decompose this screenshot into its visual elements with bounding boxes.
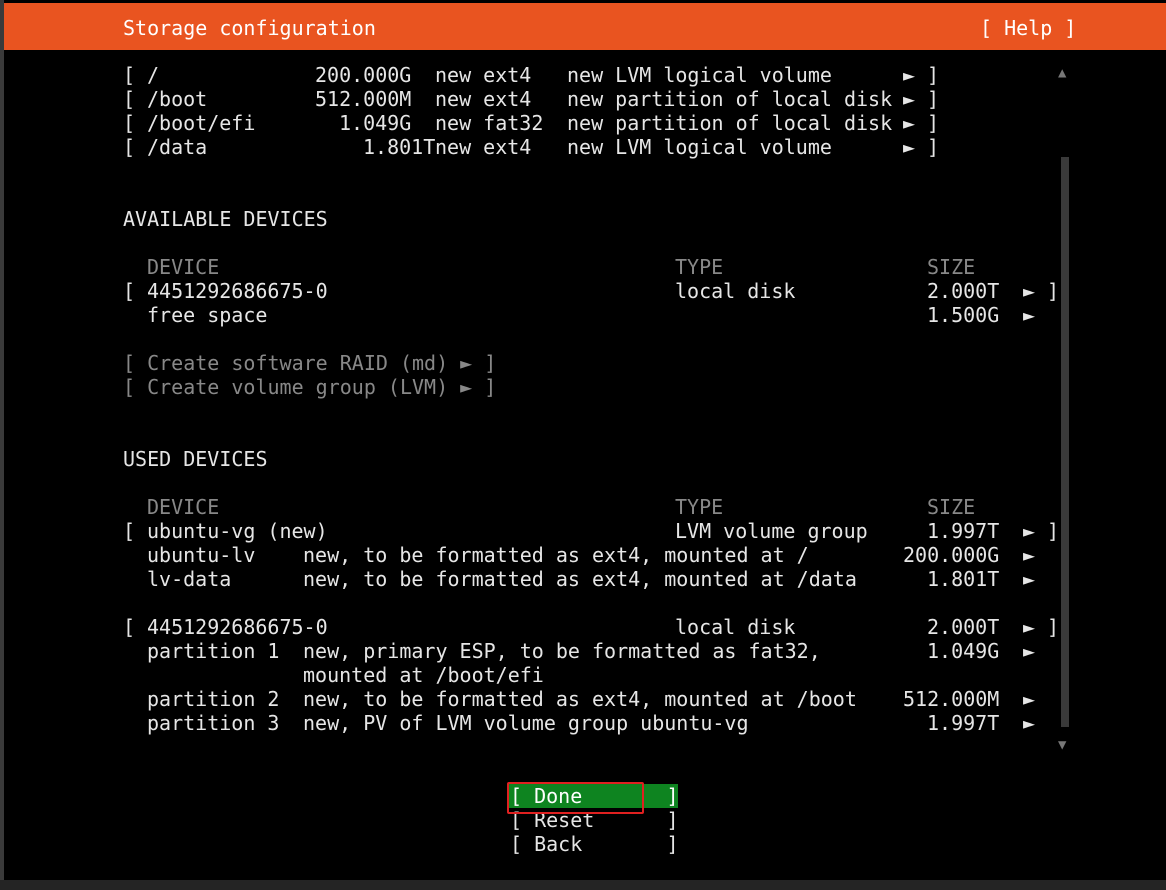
open-bracket: [ <box>123 111 136 135</box>
lv-desc: new, to be formatted as ext4, mounted at… <box>303 567 857 591</box>
partition-name: partition 1 <box>147 639 280 663</box>
arrow-icon: ► <box>1023 567 1036 591</box>
partition-desc: new, PV of LVM volume group ubuntu-vg <box>303 711 749 735</box>
close-bracket: ] <box>927 87 940 111</box>
device-desc: new LVM logical volume <box>567 63 832 87</box>
size: 512.000M <box>315 87 412 111</box>
scroll-down-icon[interactable]: ▼ <box>1058 737 1066 753</box>
mount-point: /data <box>147 135 208 159</box>
size: 1.049G <box>339 111 412 135</box>
mount-point: /boot/efi <box>147 111 256 135</box>
device-size: 1.997T <box>927 519 1000 543</box>
open-bracket: [ <box>123 519 136 543</box>
lv-name: lv-data <box>147 567 232 591</box>
free-space-label: free space <box>147 303 268 327</box>
device-desc: new partition of local disk <box>567 111 893 135</box>
scrollbar[interactable]: ▲ ▼ <box>1057 65 1073 755</box>
device-size: 2.000T <box>927 615 1000 639</box>
page-title: Storage configuration <box>123 16 376 40</box>
help-button[interactable]: [ Help ] <box>980 16 1076 40</box>
lv-size: 200.000G <box>903 543 1000 567</box>
arrow-icon: ► <box>903 111 916 135</box>
arrow-icon: ► <box>903 87 916 111</box>
column-device: DEVICE <box>147 255 220 279</box>
arrow-icon: ► <box>1023 303 1036 327</box>
open-bracket: [ <box>123 135 136 159</box>
device-desc: new partition of local disk <box>567 87 893 111</box>
create-vg-button[interactable]: [ Create volume group (LVM) ► ] <box>123 375 496 399</box>
fs-action: new fat32 <box>435 111 544 135</box>
back-button[interactable]: [ Back ] <box>507 832 679 856</box>
reset-button[interactable]: [ Reset ] <box>507 808 679 832</box>
arrow-icon: ► <box>1023 519 1036 543</box>
installer-screen: Storage configuration [ Help ] [ / 200.0… <box>0 0 1166 890</box>
device-size: 2.000T <box>927 279 1000 303</box>
column-type: TYPE <box>675 255 724 279</box>
device-desc: new LVM logical volume <box>567 135 832 159</box>
device-id: 4451292686675-0 <box>147 279 328 303</box>
arrow-icon: ► <box>1023 279 1036 303</box>
partition-desc: new, primary ESP, to be formatted as fat… <box>303 639 821 663</box>
arrow-icon: ► <box>1023 711 1036 735</box>
device-type: local disk <box>675 615 796 639</box>
done-button[interactable]: [ Done ] <box>507 784 679 808</box>
frame-bottom <box>0 880 1166 890</box>
partition-desc: new, to be formatted as ext4, mounted at… <box>303 687 857 711</box>
lv-size: 1.801T <box>927 567 1000 591</box>
open-bracket: [ <box>123 63 136 87</box>
partition-name: partition 2 <box>147 687 280 711</box>
close-bracket: ] <box>927 63 940 87</box>
create-raid-button[interactable]: [ Create software RAID (md) ► ] <box>123 351 496 375</box>
arrow-icon: ► <box>903 63 916 87</box>
arrow-icon: ► <box>1023 615 1036 639</box>
scroll-up-icon[interactable]: ▲ <box>1058 65 1066 81</box>
scroll-thumb[interactable] <box>1061 157 1069 727</box>
close-bracket: ] <box>927 135 940 159</box>
free-space-size: 1.500G <box>927 303 1000 327</box>
size: 1.801T <box>363 135 436 159</box>
column-device: DEVICE <box>147 495 220 519</box>
fs-action: new ext4 <box>435 135 532 159</box>
partition-name: partition 3 <box>147 711 280 735</box>
close-bracket: ] <box>927 111 940 135</box>
column-type: TYPE <box>675 495 724 519</box>
device-type: local disk <box>675 279 796 303</box>
open-bracket: [ <box>123 279 136 303</box>
fs-action: new ext4 <box>435 63 532 87</box>
header-bar: Storage configuration [ Help ] <box>4 3 1166 50</box>
open-bracket: [ <box>123 87 136 111</box>
partition-size: 1.997T <box>927 711 1000 735</box>
partition-size: 1.049G <box>927 639 1000 663</box>
device-id: ubuntu-vg (new) <box>147 519 328 543</box>
available-devices-heading: AVAILABLE DEVICES <box>123 207 328 231</box>
lv-name: ubuntu-lv <box>147 543 256 567</box>
partition-desc-continued: mounted at /boot/efi <box>303 663 544 687</box>
size: 200.000G <box>315 63 412 87</box>
arrow-icon: ► <box>1023 543 1036 567</box>
fs-action: new ext4 <box>435 87 532 111</box>
arrow-icon: ► <box>903 135 916 159</box>
open-bracket: [ <box>123 615 136 639</box>
column-size: SIZE <box>927 255 976 279</box>
device-type: LVM volume group <box>675 519 868 543</box>
column-size: SIZE <box>927 495 976 519</box>
arrow-icon: ► <box>1023 687 1036 711</box>
frame-left <box>0 0 4 890</box>
mount-point: /boot <box>147 87 208 111</box>
device-id: 4451292686675-0 <box>147 615 328 639</box>
lv-desc: new, to be formatted as ext4, mounted at… <box>303 543 809 567</box>
mount-point: / <box>147 63 160 87</box>
arrow-icon: ► <box>1023 639 1036 663</box>
partition-size: 512.000M <box>903 687 1000 711</box>
used-devices-heading: USED DEVICES <box>123 447 268 471</box>
